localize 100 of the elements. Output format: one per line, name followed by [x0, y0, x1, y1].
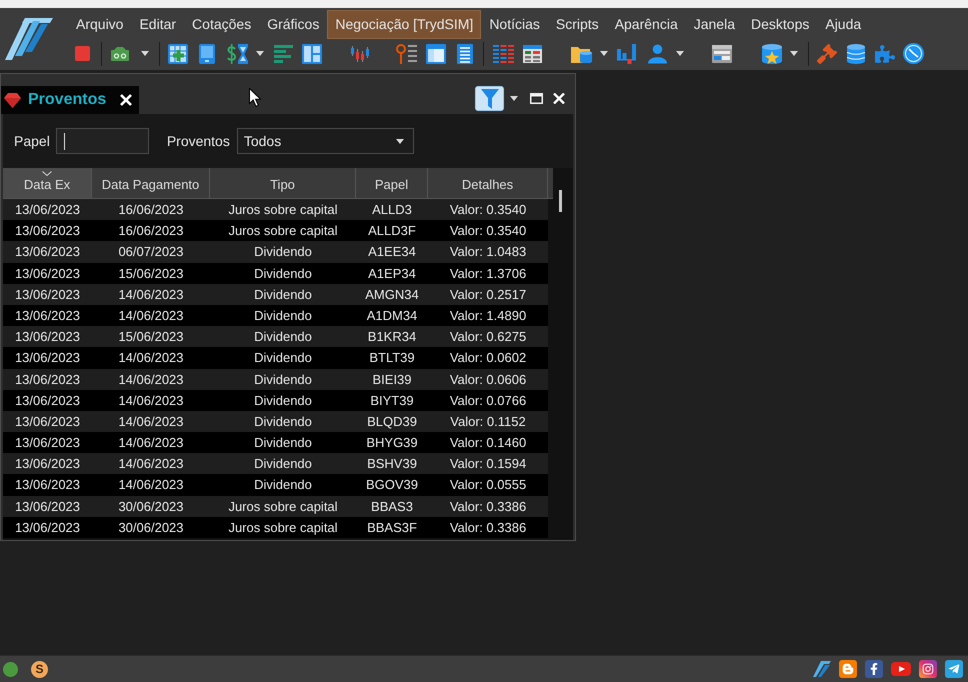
field-label: Papel: [14, 133, 50, 149]
menu-item[interactable]: Cotações: [184, 10, 260, 39]
input-field[interactable]: [56, 128, 149, 154]
table-cell-text: 14/06/2023: [117, 370, 185, 388]
table-cell-text: 13/06/2023: [14, 392, 82, 410]
blog-icon[interactable]: [839, 660, 857, 678]
table-cell-text: 13/06/2023: [14, 328, 82, 346]
telegram-icon[interactable]: [945, 660, 963, 678]
table-row[interactable]: 13/06/2023 15/06/2023 Dividendo A1EP34 Valor: 1.3706: [3, 262, 548, 284]
table-row[interactable]: 13/06/2023 06/07/2023 Dividendo A1EE34 Valor: 1.0483: [3, 241, 548, 263]
dropdown[interactable]: Todos: [236, 128, 414, 154]
table-cell-text: Dividendo: [253, 392, 313, 410]
menu-item[interactable]: Ajuda: [817, 10, 870, 39]
table-cell-text: Dividendo: [253, 264, 313, 283]
menu-item[interactable]: Desktops: [743, 10, 818, 39]
caret-icon[interactable]: [256, 51, 264, 56]
search-list-icon[interactable]: [396, 44, 417, 64]
table-row[interactable]: 13/06/2023 16/06/2023 Juros sobre capital ALLD3 Valor: 0.3540: [3, 199, 548, 220]
scrollbar-thumb[interactable]: [559, 190, 562, 212]
menu-item[interactable]: Aparência: [606, 10, 686, 39]
table-cell-text: Dividendo: [253, 328, 313, 346]
caret-icon[interactable]: [790, 51, 798, 56]
clock-icon[interactable]: [903, 43, 924, 64]
grid-list-icon[interactable]: [493, 44, 514, 62]
menu-item[interactable]: Scripts: [548, 10, 607, 39]
table-cell-text: BIEI39: [371, 370, 413, 388]
close-icon[interactable]: [120, 94, 132, 106]
caret-icon[interactable]: [676, 51, 684, 56]
table-cell-text: BLQD39: [366, 412, 418, 431]
table-row[interactable]: 13/06/2023 15/06/2023 Dividendo B1KR34 Valor: 0.6275: [3, 326, 548, 348]
filter-icon[interactable]: [480, 88, 498, 108]
column-header[interactable]: Detalhes: [428, 168, 548, 199]
facebook-icon[interactable]: [865, 660, 883, 678]
menu-item[interactable]: Notícias: [481, 10, 548, 39]
horizontal-bars-icon[interactable]: [274, 44, 293, 62]
table-row[interactable]: 13/06/2023 14/06/2023 Dividendo AMGN34 Valor: 0.2517: [3, 284, 548, 305]
table-cell-text: Valor: 0.0606: [448, 370, 528, 388]
table-row[interactable]: 13/06/2023 30/06/2023 Juros sobre capital BBAS3F Valor: 0.3386: [3, 516, 548, 538]
tablet-icon[interactable]: [199, 44, 215, 64]
puzzle-icon[interactable]: [875, 44, 895, 64]
candlestick-icon[interactable]: [350, 46, 370, 62]
table-cell-text: Dividendo: [253, 349, 313, 368]
table-row[interactable]: 13/06/2023 14/06/2023 Dividendo BIYT39 Valor: 0.0766: [3, 390, 548, 411]
table-cell-text: ALLD3: [371, 201, 413, 219]
window-icon[interactable]: [426, 44, 446, 64]
table-cell-text: 16/06/2023: [117, 222, 185, 240]
table-cell-text: 13/06/2023: [14, 286, 82, 304]
menu-item[interactable]: Janela: [686, 10, 743, 39]
table-row[interactable]: 13/06/2023 14/06/2023 Dividendo BLQD39 Valor: 0.1152: [3, 410, 548, 432]
cash-icon[interactable]: [111, 46, 129, 60]
table-cell-text: 13/06/2023: [14, 476, 82, 494]
table-row[interactable]: 13/06/2023 14/06/2023 Dividendo BSHV39 Valor: 0.1594: [3, 453, 548, 474]
close-icon[interactable]: [553, 93, 565, 104]
caret-icon[interactable]: [141, 51, 149, 56]
menu-item[interactable]: Gráficos: [259, 10, 328, 39]
folder-database-icon[interactable]: [571, 44, 592, 62]
panel-title: Proventos: [28, 91, 106, 109]
database-icon[interactable]: [847, 44, 865, 64]
bar-chart-icon[interactable]: [617, 44, 636, 64]
table-row[interactable]: 13/06/2023 14/06/2023 Dividendo A1DM34 Valor: 1.4890: [3, 304, 548, 326]
caret-icon[interactable]: [510, 96, 518, 101]
gavel-icon[interactable]: [817, 44, 837, 64]
table-row[interactable]: 13/06/2023 14/06/2023 Dividendo BHYG39 Valor: 0.1460: [3, 432, 548, 454]
table-cell-text: 13/06/2023: [14, 370, 82, 388]
coin-badge[interactable]: S: [31, 660, 48, 678]
dollar-hourglass-icon[interactable]: [227, 44, 248, 64]
column-header[interactable]: Papel: [356, 168, 428, 199]
table-cell-text: 14/06/2023: [117, 392, 185, 410]
column-header[interactable]: Data Ex: [3, 168, 92, 199]
column-header[interactable]: Data Pagamento: [92, 168, 210, 199]
grid-plus-icon[interactable]: [168, 44, 188, 64]
filter-button[interactable]: [475, 86, 504, 111]
table-cell-text: Valor: 0.0766: [448, 392, 528, 410]
table-row[interactable]: 13/06/2023 14/06/2023 Dividendo BTLT39 Valor: 0.0602: [3, 347, 548, 368]
layout-icon[interactable]: [302, 44, 322, 64]
instagram-icon[interactable]: [919, 660, 937, 678]
table-cell-text: 14/06/2023: [117, 349, 185, 368]
youtube-icon[interactable]: [891, 662, 911, 676]
table-cell-text: Dividendo: [253, 286, 313, 304]
user-icon[interactable]: [648, 44, 667, 64]
table-cell-text: Valor: 0.1594: [448, 455, 528, 474]
table-row[interactable]: 13/06/2023 14/06/2023 Dividendo BIEI39 Valor: 0.0606: [3, 368, 548, 390]
caret-icon[interactable]: [600, 51, 608, 56]
browser-window-icon[interactable]: [712, 44, 732, 62]
menu-item[interactable]: Arquivo: [68, 10, 132, 39]
maximize-icon[interactable]: [530, 93, 543, 104]
spreadsheet-icon[interactable]: [523, 44, 542, 62]
caret-icon[interactable]: [396, 138, 404, 144]
table-row[interactable]: 13/06/2023 30/06/2023 Juros sobre capital BBAS3 Valor: 0.3386: [3, 496, 548, 517]
table-cell-text: Valor: 0.1460: [448, 434, 528, 452]
column-header[interactable]: Tipo: [210, 168, 356, 199]
list-icon[interactable]: [457, 44, 473, 64]
app-logo-icon[interactable]: [813, 661, 831, 677]
table-cell-text: B1KR34: [366, 328, 418, 346]
menu-item[interactable]: Editar: [131, 10, 184, 39]
menu-item[interactable]: Negociação [TrydSIM]: [327, 10, 482, 39]
table-row[interactable]: 13/06/2023 14/06/2023 Dividendo BGOV39 Valor: 0.0555: [3, 474, 548, 496]
panel-tab[interactable]: Proventos: [1, 86, 139, 114]
table-row[interactable]: 13/06/2023 16/06/2023 Juros sobre capital ALLD3F Valor: 0.3540: [3, 220, 548, 242]
table-cell-text: BBAS3: [370, 498, 414, 516]
